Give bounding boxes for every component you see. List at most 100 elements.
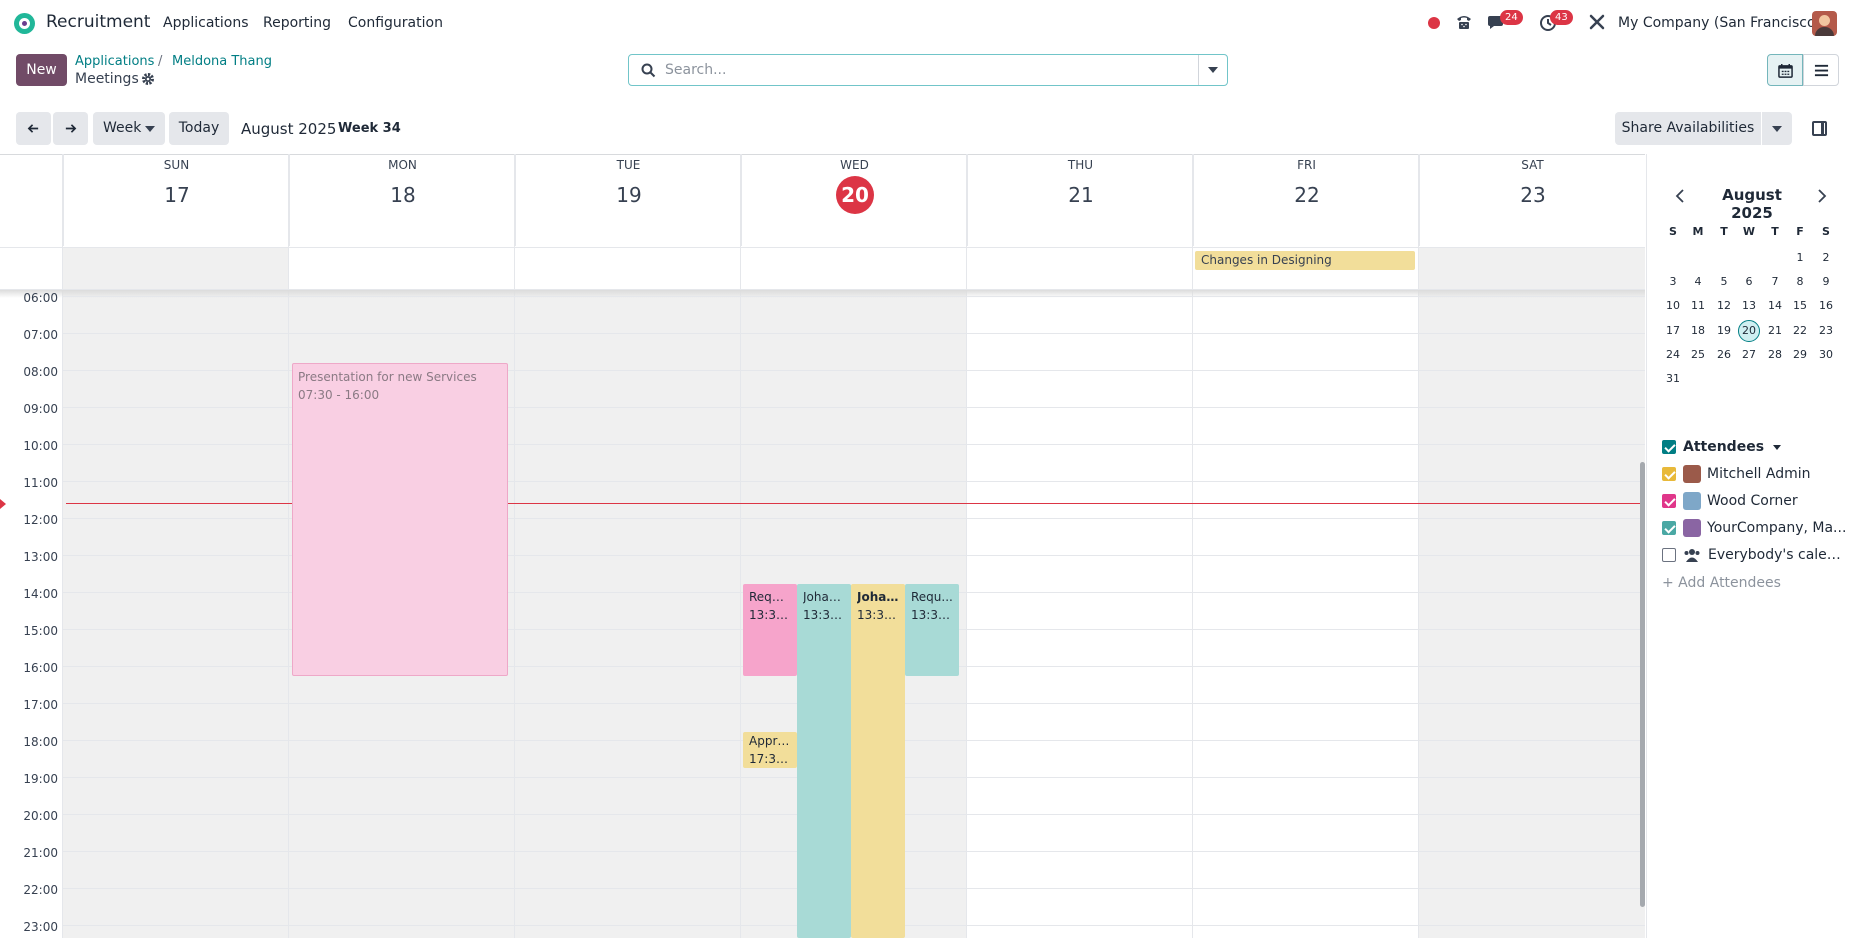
breadcrumb-applications[interactable]: Applications xyxy=(75,54,154,69)
day-header[interactable]: SAT 23 xyxy=(1419,154,1645,246)
attendees-all-checkbox[interactable] xyxy=(1662,440,1676,454)
view-list-button[interactable] xyxy=(1803,54,1839,86)
hour-label: 23:00 xyxy=(23,920,58,934)
hour-label: 22:00 xyxy=(23,883,58,897)
search-icon xyxy=(641,63,656,78)
attendee-name: YourCompany, Ma... xyxy=(1707,520,1847,536)
attendee-avatar xyxy=(1683,465,1701,483)
mini-day[interactable]: 31 xyxy=(1662,368,1684,390)
company-switcher[interactable]: My Company (San Francisco) xyxy=(1618,15,1821,31)
mini-day[interactable]: 1 xyxy=(1789,247,1811,269)
event-title: Requiren xyxy=(749,590,791,604)
day-name: WED xyxy=(840,158,869,172)
attendee-checkbox[interactable] xyxy=(1662,521,1676,535)
scale-dropdown[interactable]: Week xyxy=(93,112,165,145)
day-header[interactable]: FRI 22 xyxy=(1193,154,1419,246)
mini-day[interactable]: 27 xyxy=(1738,344,1760,366)
attendee-checkbox[interactable] xyxy=(1662,467,1676,481)
mini-day[interactable]: 23 xyxy=(1815,320,1837,342)
event-johan-1[interactable]: Johan Du 13:30 - 2: xyxy=(797,584,851,938)
mini-day[interactable]: 29 xyxy=(1789,344,1811,366)
column-tue[interactable] xyxy=(515,290,741,938)
share-options-toggle[interactable] xyxy=(1762,112,1792,145)
scale-label: Week xyxy=(103,120,142,136)
hour-label: 09:00 xyxy=(23,402,58,416)
mini-day[interactable]: 25 xyxy=(1687,344,1709,366)
today-button[interactable]: Today xyxy=(169,112,229,145)
attendee-checkbox[interactable] xyxy=(1662,494,1676,508)
hour-label: 07:00 xyxy=(23,328,58,342)
attendees-header[interactable]: Attendees xyxy=(1683,439,1781,455)
event-johan-2[interactable]: Johan D 13:30 - 2: xyxy=(851,584,905,938)
attendee-avatar xyxy=(1683,519,1701,537)
mini-prev-month-icon[interactable] xyxy=(1672,186,1688,206)
column-divider xyxy=(62,154,63,938)
mini-dow-label: S xyxy=(1669,225,1677,238)
day-number: 22 xyxy=(1294,183,1320,207)
event-title: Presentation for new Services xyxy=(298,370,477,384)
calendar-scrollbar[interactable] xyxy=(1640,462,1645,907)
breadcrumb-applicant[interactable]: Meldona Thang xyxy=(172,54,272,69)
attendee-name: Everybody's calen... xyxy=(1708,547,1848,563)
day-header[interactable]: THU 21 xyxy=(967,154,1193,246)
day-header[interactable]: TUE 19 xyxy=(515,154,741,246)
mini-day[interactable]: 17 xyxy=(1662,320,1684,342)
mini-day[interactable]: 2 xyxy=(1815,247,1837,269)
event-requirements[interactable]: Requiren 13:30 - 1( xyxy=(743,584,797,676)
event-allday[interactable]: Changes in Designing xyxy=(1195,251,1415,270)
current-time-arrow-icon xyxy=(0,499,6,509)
menu-reporting[interactable]: Reporting xyxy=(263,15,331,31)
event-appraisal[interactable]: Appraisa 17:30 - 1{ xyxy=(743,732,797,768)
mini-day[interactable]: 22 xyxy=(1789,320,1811,342)
phone-icon[interactable] xyxy=(1454,12,1474,32)
column-divider xyxy=(966,154,967,938)
hour-label: 19:00 xyxy=(23,772,58,786)
hour-line xyxy=(62,333,1645,334)
column-divider xyxy=(740,154,741,938)
messages-badge: 24 xyxy=(1500,10,1523,25)
event-time: 13:30 - 2: xyxy=(857,608,899,622)
hour-label: 17:00 xyxy=(23,698,58,712)
search-input[interactable] xyxy=(659,55,1199,85)
mini-dow-label: T xyxy=(1771,225,1779,238)
day-name: FRI xyxy=(1297,158,1316,172)
day-header[interactable]: WED 20 xyxy=(741,154,967,246)
search-options-toggle[interactable] xyxy=(1198,55,1227,85)
hour-label: 11:00 xyxy=(23,476,58,490)
mini-day[interactable]: 20 xyxy=(1738,319,1760,342)
caret-down-icon xyxy=(1772,126,1782,132)
recording-dot-icon[interactable] xyxy=(1428,17,1440,29)
menu-configuration[interactable]: Configuration xyxy=(348,15,443,31)
menu-applications[interactable]: Applications xyxy=(163,15,249,31)
new-button[interactable]: New xyxy=(16,54,67,86)
previous-button[interactable] xyxy=(16,112,51,145)
mini-next-month-icon[interactable] xyxy=(1814,186,1830,206)
day-name: MON xyxy=(388,158,417,172)
mini-day[interactable]: 21 xyxy=(1764,320,1786,342)
gear-icon[interactable] xyxy=(141,72,155,86)
attendee-name: Wood Corner xyxy=(1707,493,1798,509)
add-attendees-link[interactable]: + Add Attendees xyxy=(1662,575,1781,591)
app-name[interactable]: Recruitment xyxy=(46,12,150,32)
view-calendar-button[interactable] xyxy=(1767,54,1803,86)
mini-day[interactable]: 24 xyxy=(1662,344,1684,366)
event-presentation[interactable]: Presentation for new Services 07:30 - 16… xyxy=(292,363,508,676)
day-header[interactable]: SUN 17 xyxy=(63,154,289,246)
user-avatar[interactable] xyxy=(1812,11,1837,36)
mini-day[interactable]: 19 xyxy=(1713,320,1735,342)
sidebar-toggle-icon[interactable] xyxy=(1812,121,1827,136)
recruitment-logo-icon[interactable] xyxy=(14,13,35,34)
column-divider xyxy=(1192,154,1193,938)
day-header[interactable]: MON 18 xyxy=(289,154,515,246)
share-availabilities-button[interactable]: Share Availabilities xyxy=(1615,112,1761,145)
mini-day[interactable]: 28 xyxy=(1764,344,1786,366)
event-requ[interactable]: Requ... 13:30... xyxy=(905,584,959,676)
mini-day[interactable]: 30 xyxy=(1815,344,1837,366)
next-button[interactable] xyxy=(53,112,88,145)
mini-day[interactable]: 26 xyxy=(1713,344,1735,366)
tools-icon[interactable] xyxy=(1587,12,1607,32)
mini-day[interactable]: 18 xyxy=(1687,320,1709,342)
day-name: SAT xyxy=(1521,158,1544,172)
hour-label: 14:00 xyxy=(23,587,58,601)
attendee-checkbox[interactable] xyxy=(1662,548,1676,562)
